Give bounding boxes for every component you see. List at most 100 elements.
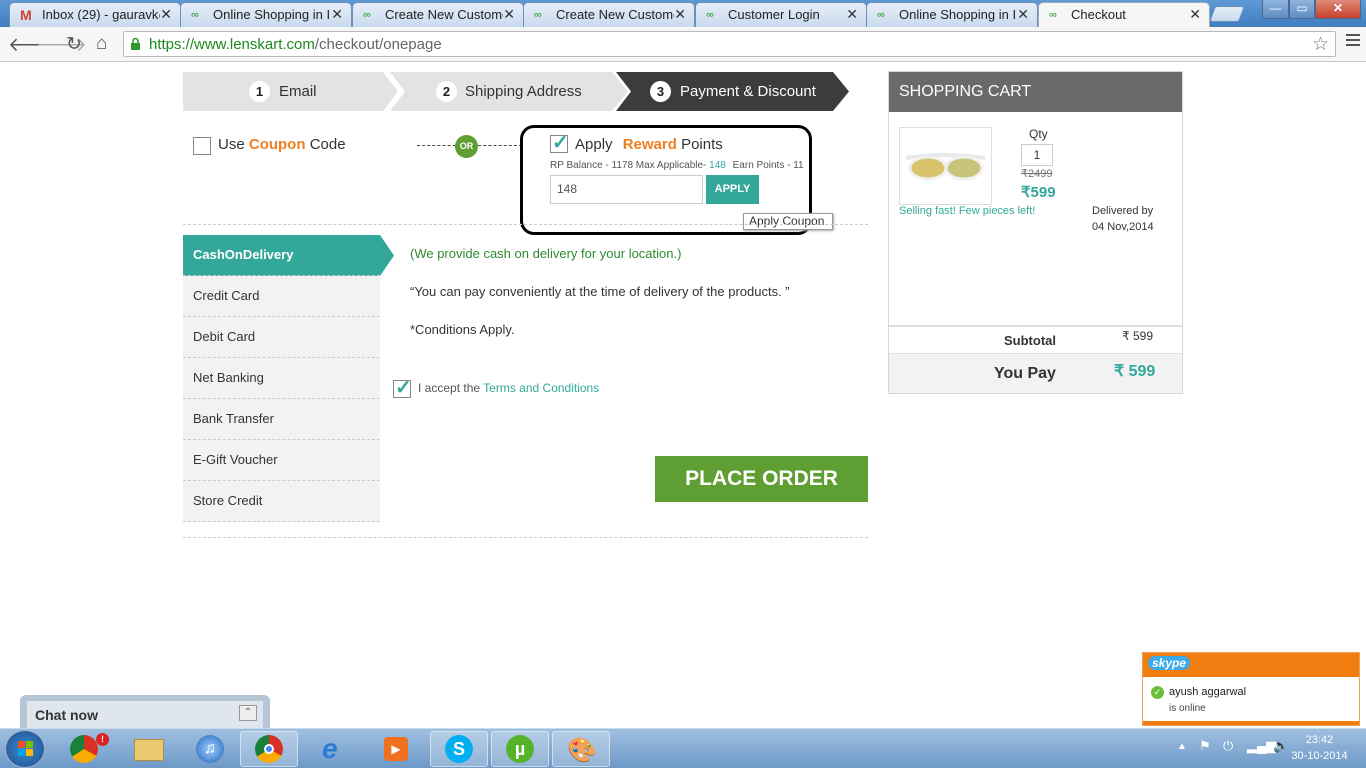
taskbar-paint[interactable]: 🎨 <box>552 731 610 767</box>
step-shipping-address[interactable]: 2 Shipping Address <box>390 72 628 111</box>
skype-notification[interactable]: skype ✓ ayush aggarwal is online <box>1142 652 1360 726</box>
qty-input[interactable]: 1 <box>1021 144 1053 166</box>
start-button[interactable] <box>5 730 45 768</box>
tab-label: Inbox (29) - gauravk@ <box>42 7 160 22</box>
payment-store-credit[interactable]: Store Credit <box>183 481 380 522</box>
apply-reward-button[interactable]: APPLY <box>706 175 759 204</box>
subtotal-label: Subtotal <box>1004 333 1056 348</box>
tab-create-customer-1[interactable]: ∞ Create New Customer ✕ <box>352 2 524 27</box>
chrome-menu-icon[interactable] <box>1346 34 1360 49</box>
taskbar-clock[interactable]: 23:42 30-10-2014 <box>1282 734 1357 762</box>
apply-text: Apply <box>575 136 613 153</box>
action-center-flag-icon[interactable]: ⚑ <box>1199 738 1211 754</box>
payment-egift-voucher[interactable]: E-Gift Voucher <box>183 440 380 481</box>
windows-taskbar: ! ♫ e ▶ S µ 🎨 ▲ ⚑ ⏻ ▂▄▆ 🔈 23:42 30-10-20… <box>0 728 1366 768</box>
url-text: https://www.lenskart.com/checkout/onepag… <box>149 36 442 53</box>
terms-link[interactable]: Terms and Conditions <box>483 381 599 395</box>
checkmark-icon: ✓ <box>552 132 569 154</box>
tab-checkout[interactable]: ∞ Checkout ✕ <box>1038 2 1210 28</box>
tab-create-customer-2[interactable]: ∞ Create New Customer ✕ <box>523 2 695 27</box>
accept-terms-checkbox[interactable]: ✓ <box>393 377 412 399</box>
taskbar-explorer[interactable] <box>120 731 178 767</box>
step-number: 3 <box>650 81 671 102</box>
use-text: Use <box>218 136 245 153</box>
taskbar-skype[interactable]: S <box>430 731 488 767</box>
points-text: Points <box>681 136 723 153</box>
earn-points-text: Earn Points - 11 <box>732 160 804 171</box>
chat-bar: Chat now ⌃ <box>27 701 263 728</box>
close-tab-icon[interactable]: ✕ <box>1189 6 1201 23</box>
use-coupon-checkbox[interactable] <box>193 137 211 155</box>
payment-debit-card[interactable]: Debit Card <box>183 317 380 358</box>
you-pay-value: ₹ 599 <box>1114 363 1156 380</box>
reload-icon[interactable]: ↻ <box>66 33 82 56</box>
close-tab-icon[interactable]: ✕ <box>331 6 343 23</box>
terms-label: I accept the Terms and Conditions <box>418 381 599 395</box>
sale-price: ₹599 <box>1021 184 1056 201</box>
payment-label: Bank Transfer <box>193 411 274 426</box>
home-icon[interactable]: ⌂ <box>96 33 107 55</box>
step-label: Email <box>279 83 317 100</box>
taskbar-utorrent[interactable]: µ <box>491 731 549 767</box>
conditions-text: *Conditions Apply. <box>410 322 515 337</box>
skype-contact-name: ayush aggarwal <box>1169 686 1247 698</box>
minimize-window-button[interactable]: — <box>1262 0 1289 19</box>
cart-divider <box>889 325 1182 327</box>
gmail-icon: M <box>20 7 32 23</box>
maximize-window-button[interactable]: ▭ <box>1289 0 1315 19</box>
tab-customer-login[interactable]: ∞ Customer Login ✕ <box>695 2 867 27</box>
tab-label: Online Shopping in In <box>899 7 1017 22</box>
payment-credit-card[interactable]: Credit Card <box>183 276 380 317</box>
step-label: Shipping Address <box>465 83 582 100</box>
lenskart-icon: ∞ <box>363 9 371 21</box>
url-path: /checkout/onepage <box>314 36 442 53</box>
power-plug-icon[interactable]: ⏻ <box>1223 738 1233 754</box>
step-email[interactable]: 1 Email <box>183 72 398 111</box>
payment-label: Credit Card <box>193 288 260 303</box>
payment-cash-on-delivery[interactable]: CashOnDelivery <box>183 235 394 276</box>
tab-online-shopping-2[interactable]: ∞ Online Shopping in In ✕ <box>866 2 1038 27</box>
bottom-divider <box>183 537 868 538</box>
folder-icon <box>134 739 164 761</box>
skype-icon: S <box>445 735 473 763</box>
taskbar-media-player[interactable]: ▶ <box>368 731 426 767</box>
skype-logo: skype <box>1148 656 1191 670</box>
payment-bank-transfer[interactable]: Bank Transfer <box>183 399 380 440</box>
reward-points-checkbox[interactable]: ✓ <box>550 132 569 154</box>
step-payment-discount[interactable]: 3 Payment & Discount <box>616 72 849 111</box>
tab-label: Customer Login <box>728 7 820 22</box>
tab-label: Online Shopping in In <box>213 7 331 22</box>
stock-note: Selling fast! Few pieces left! <box>899 205 1036 217</box>
tab-gmail-inbox[interactable]: M Inbox (29) - gauravk@ ✕ <box>9 2 181 27</box>
taskbar-internet-explorer[interactable]: e <box>306 731 364 767</box>
checkmark-icon: ✓ <box>395 377 412 399</box>
close-tab-icon[interactable]: ✕ <box>846 6 858 23</box>
subtotal-value: ₹ 599 <box>1122 329 1153 343</box>
taskbar-itunes[interactable]: ♫ <box>182 731 240 767</box>
place-order-button[interactable]: PLACE ORDER <box>655 456 868 502</box>
taskbar-chrome-canary[interactable]: ! <box>58 731 116 767</box>
alert-badge-icon: ! <box>96 733 109 746</box>
show-hidden-icons[interactable]: ▲ <box>1177 741 1187 752</box>
product-thumbnail[interactable] <box>899 127 992 205</box>
address-bar[interactable]: https://www.lenskart.com/checkout/onepag… <box>123 31 1336 57</box>
close-tab-icon[interactable]: ✕ <box>674 6 686 23</box>
tab-online-shopping-1[interactable]: ∞ Online Shopping in In ✕ <box>180 2 352 27</box>
taskbar-chrome[interactable] <box>240 731 298 767</box>
reward-points-input[interactable]: 148 <box>550 175 703 204</box>
new-tab-button[interactable] <box>1209 6 1245 22</box>
bookmark-star-icon[interactable]: ☆ <box>1312 33 1329 56</box>
close-window-button[interactable]: ✕ <box>1315 0 1361 19</box>
network-signal-icon[interactable]: ▂▄▆ <box>1247 738 1276 754</box>
active-arrow <box>380 235 394 276</box>
chat-widget[interactable]: Chat now ⌃ <box>20 695 270 728</box>
close-tab-icon[interactable]: ✕ <box>1017 6 1029 23</box>
or-badge: OR <box>455 135 478 158</box>
payment-net-banking[interactable]: Net Banking <box>183 358 380 399</box>
music-icon: ♫ <box>196 735 224 763</box>
clock-date: 30-10-2014 <box>1291 750 1348 762</box>
close-tab-icon[interactable]: ✕ <box>160 6 172 23</box>
close-tab-icon[interactable]: ✕ <box>503 6 515 23</box>
chevron-up-icon[interactable]: ⌃ <box>239 705 257 721</box>
you-pay-row: You Pay ₹ 599 <box>889 353 1182 393</box>
